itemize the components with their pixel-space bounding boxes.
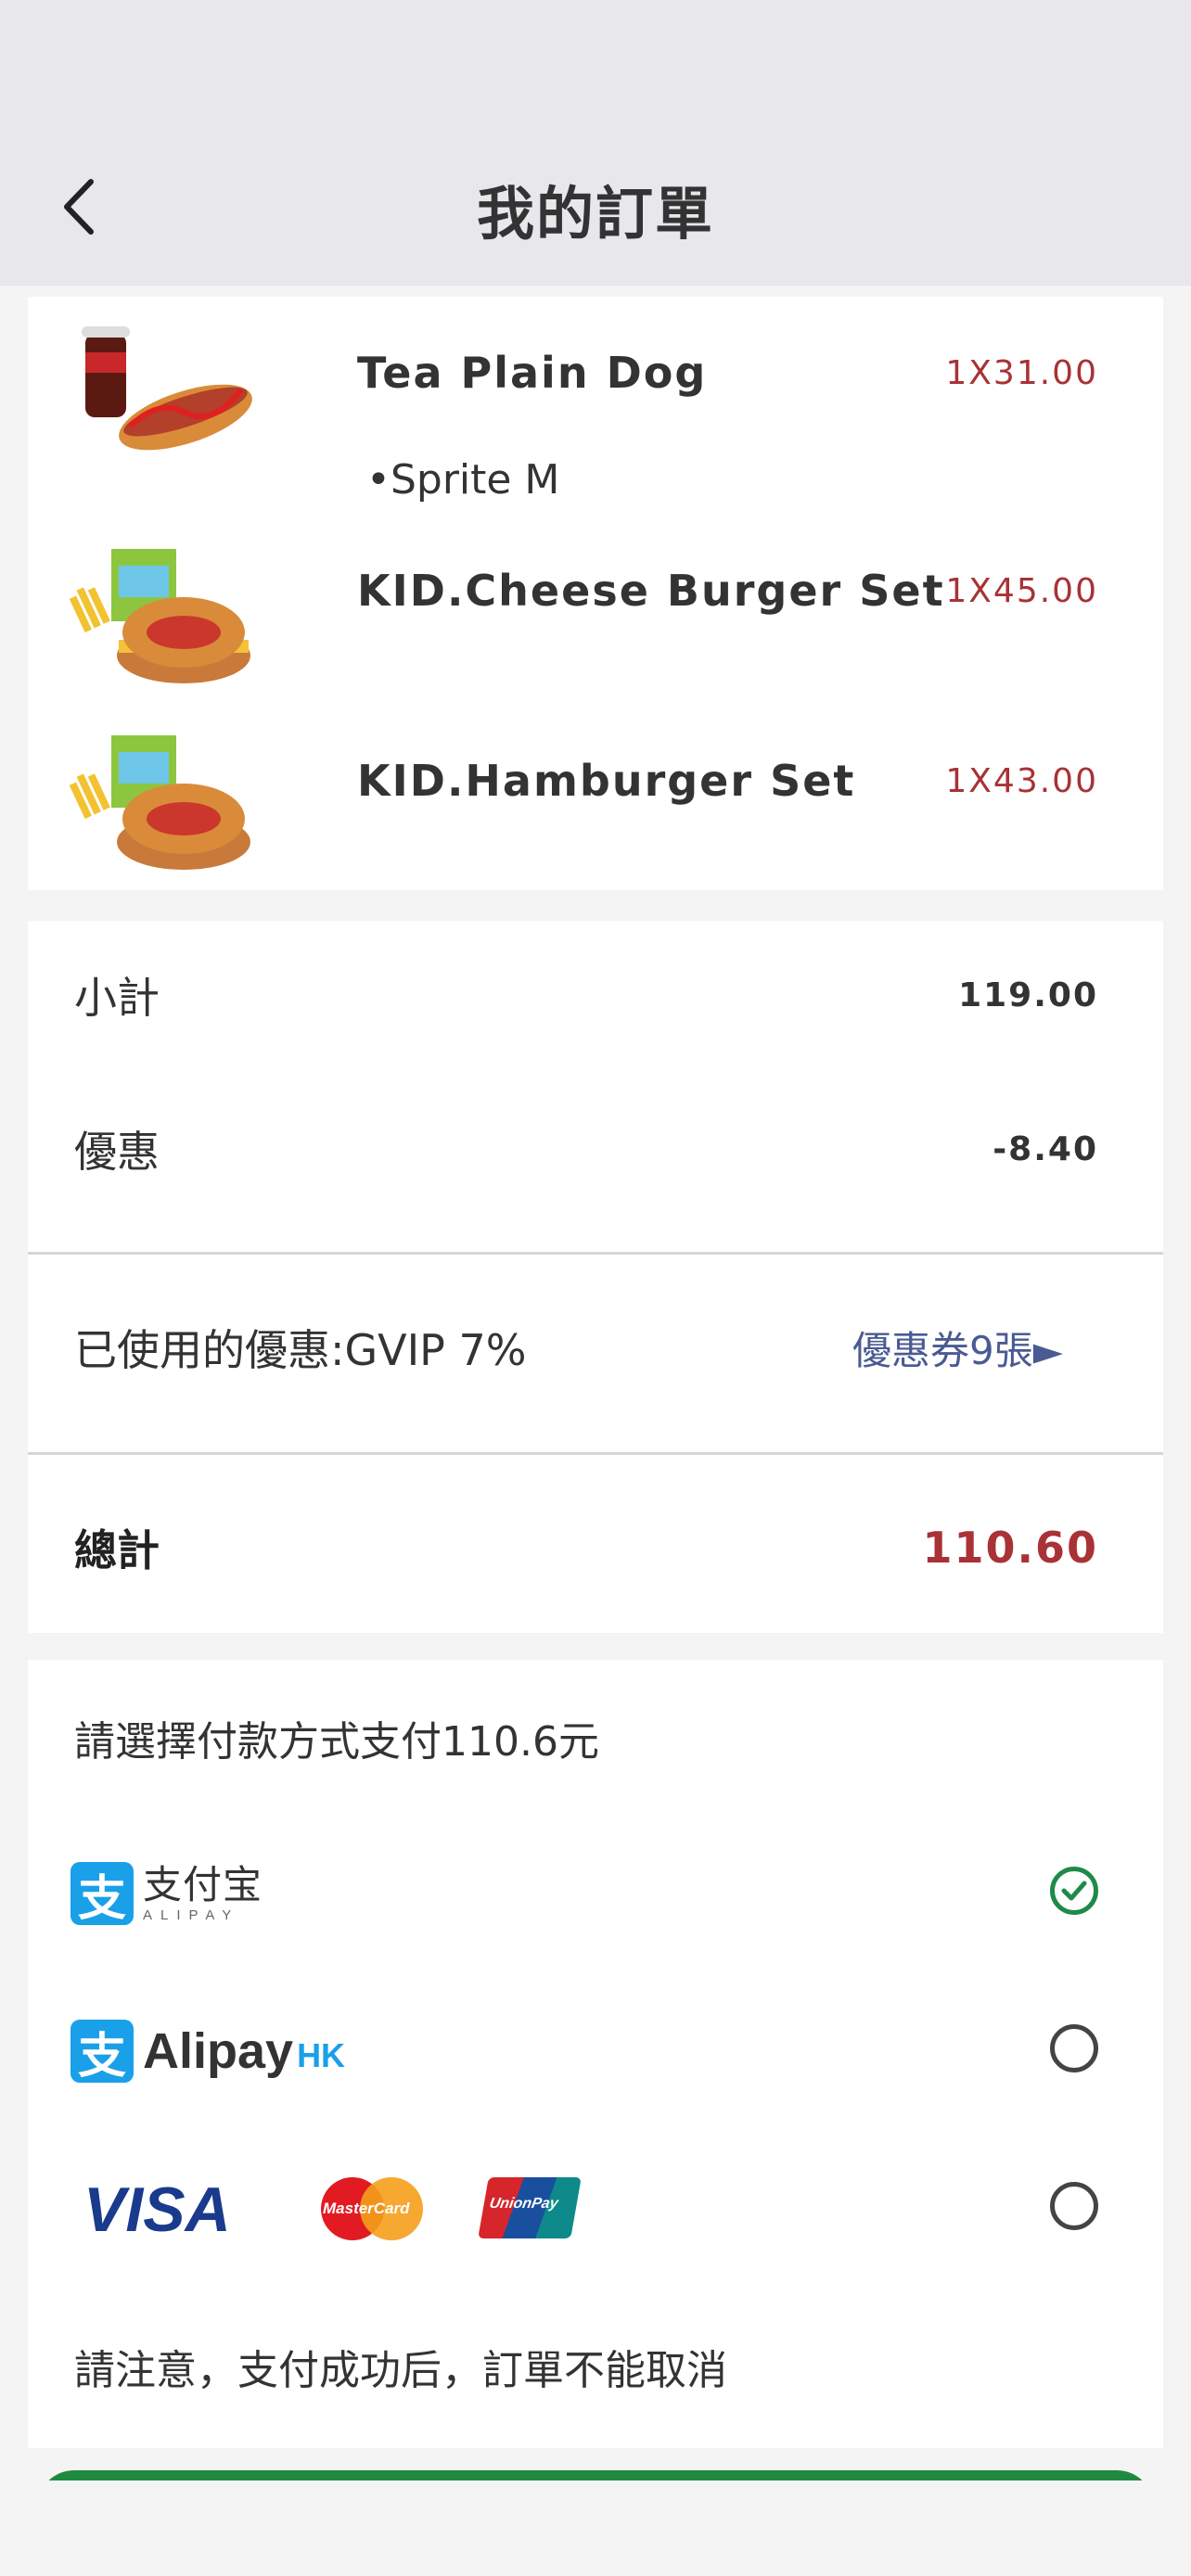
item-price: 1X43.00 (945, 762, 1098, 800)
unionpay-logo-text: UnionPay (488, 2196, 560, 2212)
alipay-hk-logo: 支 Alipay HK (70, 2020, 346, 2085)
payment-option-cards[interactable]: VISA MasterCard UnionPay (70, 2159, 1098, 2261)
mastercard-logo: MasterCard (321, 2177, 423, 2240)
discount-row: 優惠 -8.40 (74, 1112, 1098, 1186)
payment-card: 請選擇付款方式支付110.6元 支 支付宝 ALIPAY 支 Alipay HK… (28, 1660, 1163, 2448)
item-image-cheese-burger (65, 540, 260, 697)
subtotal-value: 119.00 (958, 976, 1098, 1014)
item-price: 1X31.00 (945, 354, 1098, 392)
visa-logo: VISA (83, 2174, 231, 2245)
alipay-radio-checked[interactable] (1050, 1867, 1098, 1915)
alipay-hk-logo-sub: HK (297, 2036, 346, 2074)
alipay-logo-sub: ALIPAY (143, 1906, 240, 1923)
subtotal-label: 小計 (74, 973, 160, 1023)
mastercard-logo-text: MasterCard (323, 2200, 410, 2217)
order-items-card: Tea Plain Dog 1X31.00 •Sprite M KID.Chee… (28, 297, 1163, 890)
alipay-hk-radio[interactable] (1050, 2024, 1098, 2072)
item-name: Tea Plain Dog (357, 348, 708, 398)
item-option: •Sprite M (366, 456, 560, 504)
discount-value: -8.40 (992, 1129, 1098, 1168)
divider (28, 1252, 1163, 1255)
app-header: 我的訂單 (0, 0, 1191, 286)
total-row: 總計 110.60 (74, 1511, 1098, 1585)
divider (28, 1452, 1163, 1455)
unionpay-logo: UnionPay (478, 2177, 582, 2238)
payment-option-alipay-hk[interactable]: 支 Alipay HK (70, 2001, 1098, 2103)
bottom-background (0, 2480, 1191, 2576)
item-image-hamburger (65, 726, 260, 884)
card-logos: VISA MasterCard UnionPay (70, 2168, 590, 2251)
coupon-link[interactable]: 優惠券9張► (852, 1320, 1063, 1376)
item-name: KID.Hamburger Set (357, 756, 856, 806)
coupon-used-label: 已使用的優惠:GVIP 7% (74, 1325, 527, 1375)
cards-radio[interactable] (1050, 2182, 1098, 2230)
checkmark-icon (1061, 1881, 1087, 1901)
payment-option-alipay[interactable]: 支 支付宝 ALIPAY (70, 1843, 1098, 1945)
item-price: 1X45.00 (945, 572, 1098, 610)
alipay-hk-logo-text: Alipay (143, 2023, 294, 2079)
alipay-icon: 支 (70, 2020, 134, 2085)
order-summary-card: 小計 119.00 優惠 -8.40 已使用的優惠:GVIP 7% 優惠券9張►… (28, 921, 1163, 1633)
payment-prompt: 請選擇付款方式支付110.6元 (74, 1718, 599, 1766)
item-name: KID.Cheese Burger Set (357, 566, 945, 616)
alipay-icon: 支 (70, 1862, 134, 1927)
coupon-row[interactable]: 已使用的優惠:GVIP 7% 優惠券9張► (74, 1310, 1098, 1384)
page-title: 我的訂單 (476, 180, 714, 248)
total-value: 110.60 (922, 1523, 1098, 1573)
discount-label: 優惠 (74, 1127, 160, 1177)
subtotal-row: 小計 119.00 (74, 958, 1098, 1032)
alipay-logo: 支 支付宝 ALIPAY (70, 1862, 263, 1927)
alipay-logo-text: 支付宝 (143, 1862, 263, 1906)
item-image-hotdog (65, 315, 260, 473)
total-label: 總計 (74, 1525, 160, 1575)
payment-note: 請注意，支付成功后，訂單不能取消 (74, 2347, 727, 2394)
